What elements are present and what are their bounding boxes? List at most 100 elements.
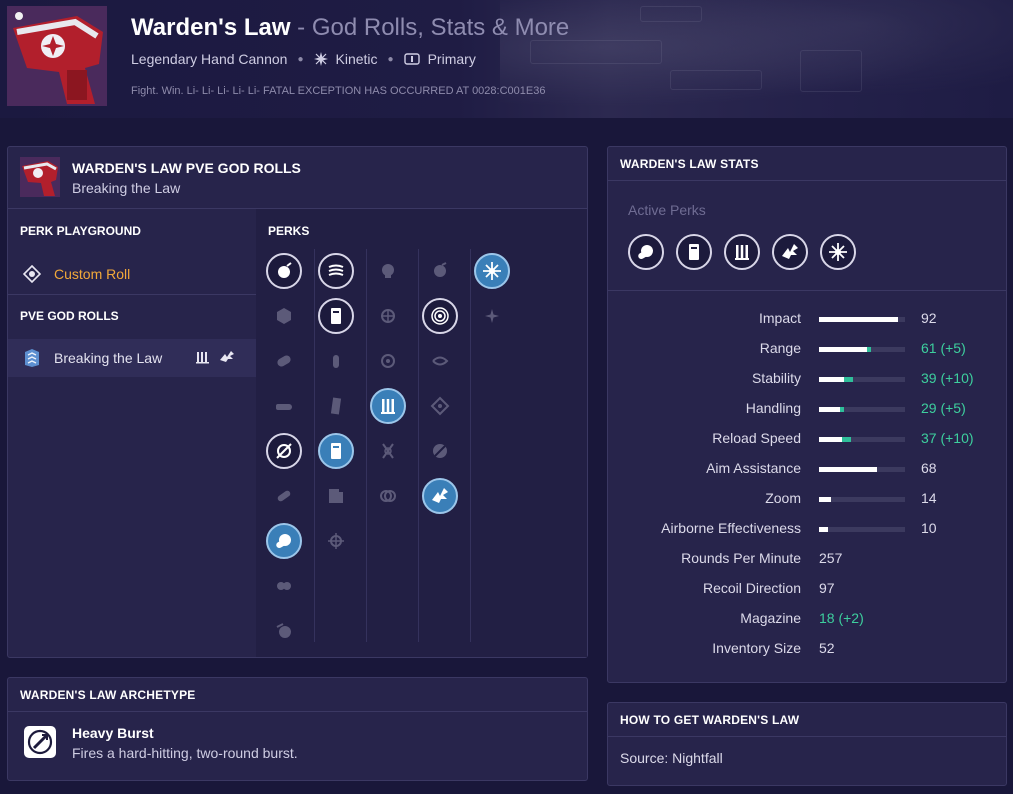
stat-value: 97: [819, 580, 835, 596]
perk-column-4: [418, 249, 471, 642]
weapon-subtitle: - God Rolls, Stats & More: [290, 14, 570, 41]
roll-item-label: Breaking the Law: [54, 350, 163, 366]
hourglass-perk[interactable]: [370, 433, 406, 469]
god-rolls-title: WARDEN'S LAW PVE GOD ROLLS: [72, 160, 301, 176]
tall-magazine-perk[interactable]: [318, 388, 354, 424]
magazine-blue-perk[interactable]: [318, 433, 354, 469]
stat-bar-fill: [819, 497, 831, 502]
stat-bar-fill: [819, 527, 828, 532]
stat-value: 18 (+2): [819, 610, 864, 626]
weapon-element: Kinetic: [335, 51, 378, 67]
stat-row-rounds-per-minute: Rounds Per Minute 257: [608, 543, 1006, 573]
separator-dot: ●: [297, 53, 304, 65]
wavy-lines-icon: [326, 261, 346, 281]
stat-name: Reload Speed: [712, 430, 801, 446]
bullseye-perk[interactable]: [422, 298, 458, 334]
active-starburst-perk[interactable]: [820, 234, 856, 270]
primary-ammo-icon: [403, 53, 420, 65]
stat-bar: [819, 377, 905, 382]
starburst-perk[interactable]: [474, 253, 510, 289]
stat-row-recoil-direction: Recoil Direction 97: [608, 573, 1006, 603]
bullseye-icon: [430, 306, 450, 326]
bars-perk[interactable]: [370, 388, 406, 424]
divider: [608, 290, 1006, 291]
bars-icon: [378, 396, 398, 416]
crossed-barrel-perk[interactable]: [266, 433, 302, 469]
magazine-blue-icon: [326, 441, 346, 461]
stat-row-handling: Handling 29 (+5): [608, 393, 1006, 423]
active-round-barrel-perk[interactable]: [628, 234, 664, 270]
wavy-lines-perk[interactable]: [318, 253, 354, 289]
bullet-icon: [326, 351, 346, 371]
divider: [608, 736, 1006, 737]
stat-bar: [819, 527, 905, 532]
cube-perk[interactable]: [266, 298, 302, 334]
magazine-perk[interactable]: [318, 298, 354, 334]
slanted-barrel-perk[interactable]: [266, 478, 302, 514]
rings-perk[interactable]: [370, 478, 406, 514]
magazine-icon: [326, 306, 346, 326]
burst-icon: [430, 261, 450, 281]
active-perks-label: Active Perks: [628, 202, 706, 218]
stat-row-aim-assistance: Aim Assistance 68: [608, 453, 1006, 483]
skull-icon: [378, 261, 398, 281]
leaf-perk[interactable]: [422, 433, 458, 469]
stat-bar-fill: [819, 317, 898, 322]
sparkle-perk[interactable]: [474, 298, 510, 334]
capsule-perk[interactable]: [266, 343, 302, 379]
grenade-icon: [274, 261, 294, 281]
stat-row-impact: Impact 92: [608, 303, 1006, 333]
stat-name: Airborne Effectiveness: [661, 520, 801, 536]
compass-perk[interactable]: [370, 298, 406, 334]
custom-roll-button[interactable]: Custom Roll: [8, 254, 256, 295]
bullet-perk[interactable]: [318, 343, 354, 379]
active-magazine-perk[interactable]: [676, 234, 712, 270]
weapon-slot: Primary: [427, 51, 476, 67]
weapon-name: Warden's Law: [131, 14, 291, 41]
rings-icon: [378, 486, 398, 506]
stat-name: Impact: [758, 310, 801, 326]
perk-column-3: [366, 249, 419, 642]
magazine-icon: [684, 242, 704, 262]
how-to-get-panel: HOW TO GET WARDEN'S LAW Source: Nightfal…: [607, 702, 1007, 786]
crossed-barrel-icon: [274, 441, 294, 461]
stat-name: Aim Assistance: [706, 460, 801, 476]
swirl-perk[interactable]: [422, 343, 458, 379]
stat-name: Zoom: [765, 490, 801, 506]
target-perk[interactable]: [370, 343, 406, 379]
archetype-title: WARDEN'S LAW ARCHETYPE: [20, 688, 196, 702]
stat-value: 37 (+10): [921, 430, 974, 446]
custom-roll-label: Custom Roll: [54, 266, 131, 282]
barrel-perk[interactable]: [266, 388, 302, 424]
crosshair-mag-perk[interactable]: [318, 523, 354, 559]
active-bars-perk[interactable]: [724, 234, 760, 270]
dragon-perk[interactable]: [422, 478, 458, 514]
burst-perk[interactable]: [422, 253, 458, 289]
skull-perk[interactable]: [370, 253, 406, 289]
diamond-perk[interactable]: [422, 388, 458, 424]
archetype-panel: WARDEN'S LAW ARCHETYPE Heavy Burst Fires…: [7, 677, 588, 781]
starburst-icon: [482, 261, 502, 281]
stat-name: Magazine: [740, 610, 801, 626]
roll-item-breaking-the-law[interactable]: Breaking the Law: [8, 339, 256, 377]
stat-name: Handling: [745, 400, 801, 416]
round-barrel-perk[interactable]: [266, 523, 302, 559]
perk-column-2: [314, 249, 367, 642]
stat-bar: [819, 317, 905, 322]
stat-value: 68: [921, 460, 937, 476]
fin-barrel-perk[interactable]: [266, 613, 302, 649]
grenade-perk[interactable]: [266, 253, 302, 289]
stat-bar: [819, 347, 905, 352]
fin-barrel-icon: [274, 621, 294, 641]
perk-column-5: [470, 249, 522, 642]
stat-row-inventory-size: Inventory Size 52: [608, 633, 1006, 663]
stat-value: 39 (+10): [921, 370, 974, 386]
divider: [608, 180, 1006, 181]
twin-barrel-perk[interactable]: [266, 568, 302, 604]
roll-selector: PERK PLAYGROUND Custom Roll PVE GOD ROLL…: [8, 209, 256, 657]
weapon-thumbnail: [7, 6, 107, 106]
stat-bar: [819, 407, 905, 412]
weapon-header: Warden's Law - God Rolls, Stats & More L…: [0, 0, 1013, 118]
active-dragon-perk[interactable]: [772, 234, 808, 270]
stacked-magazine-perk[interactable]: [318, 478, 354, 514]
